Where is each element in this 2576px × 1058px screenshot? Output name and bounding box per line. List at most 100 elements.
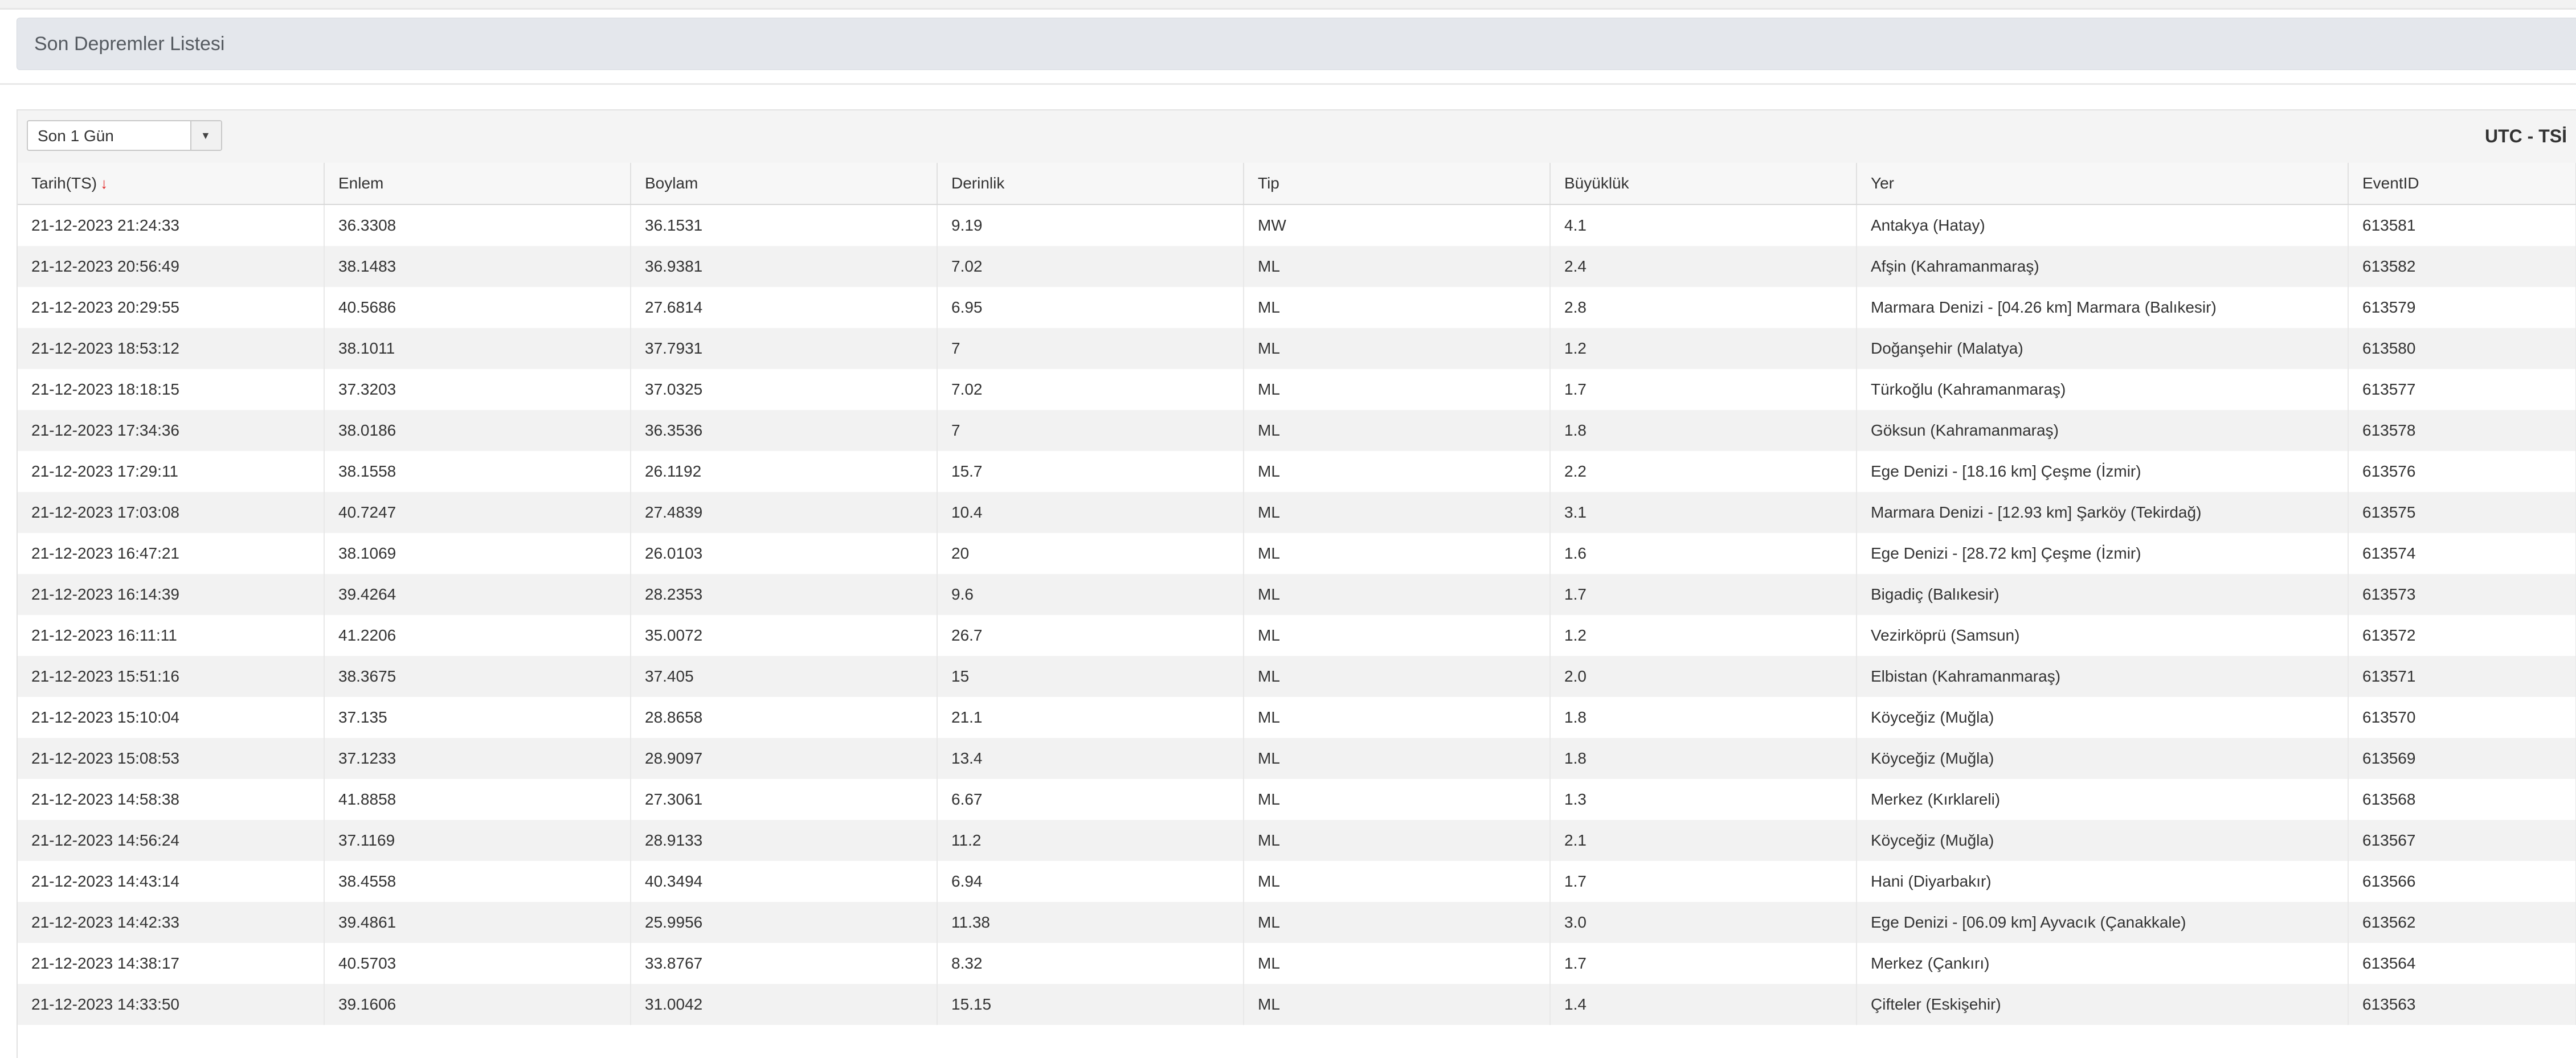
cell-latitude: 37.1169: [324, 820, 631, 861]
cell-location: Hani (Diyarbakır): [1857, 861, 2349, 902]
table-row[interactable]: 21-12-2023 14:42:33 39.4861 25.9956 11.38 ML…: [18, 902, 2576, 943]
cell-event-id: 613581: [2348, 204, 2576, 246]
cell-event-id: 613564: [2348, 943, 2576, 984]
cell-latitude: 38.3675: [324, 656, 631, 697]
column-header-label: Büyüklük: [1564, 174, 1629, 192]
toolbar: Son 1 Gün ▼ UTC - TSİ: [18, 110, 2576, 164]
table-row[interactable]: 21-12-2023 18:53:12 38.1011 37.7931 7 ML 1.2 D…: [18, 328, 2576, 369]
column-header-label: Derinlik: [951, 174, 1005, 192]
cell-longitude: 26.1192: [631, 451, 938, 492]
cell-latitude: 36.3308: [324, 204, 631, 246]
cell-magnitude: 1.3: [1550, 779, 1857, 820]
cell-depth: 9.19: [937, 204, 1244, 246]
cell-event-id: 613580: [2348, 328, 2576, 369]
cell-latitude: 40.5703: [324, 943, 631, 984]
column-header-label: Boylam: [645, 174, 698, 192]
cell-event-id: 613574: [2348, 533, 2576, 574]
cell-type: ML: [1244, 820, 1551, 861]
cell-latitude: 38.1558: [324, 451, 631, 492]
cell-depth: 15.15: [937, 984, 1244, 1025]
cell-location: Elbistan (Kahramanmaraş): [1857, 656, 2349, 697]
cell-depth: 6.94: [937, 861, 1244, 902]
column-header-type[interactable]: Tip: [1244, 163, 1551, 205]
cell-depth: 15.7: [937, 451, 1244, 492]
table-row[interactable]: 21-12-2023 20:29:55 40.5686 27.6814 6.95 ML 2…: [18, 287, 2576, 328]
column-header-location[interactable]: Yer: [1857, 163, 2349, 205]
table-row[interactable]: 21-12-2023 20:56:49 38.1483 36.9381 7.02 ML 2…: [18, 246, 2576, 287]
cell-magnitude: 1.7: [1550, 574, 1857, 615]
cell-type: ML: [1244, 246, 1551, 287]
cell-magnitude: 1.4: [1550, 984, 1857, 1025]
column-header-event-id[interactable]: EventID: [2348, 163, 2576, 205]
cell-type: ML: [1244, 369, 1551, 410]
cell-type: ML: [1244, 287, 1551, 328]
cell-type: ML: [1244, 943, 1551, 984]
cell-longitude: 33.8767: [631, 943, 938, 984]
column-header-date[interactable]: Tarih(TS) ↓: [18, 163, 325, 205]
cell-latitude: 41.8858: [324, 779, 631, 820]
cell-location: Türkoğlu (Kahramanmaraş): [1857, 369, 2349, 410]
cell-latitude: 38.0186: [324, 410, 631, 451]
cell-magnitude: 1.2: [1550, 615, 1857, 656]
table-row[interactable]: 21-12-2023 15:51:16 38.3675 37.405 15 ML 2.0 E…: [18, 656, 2576, 697]
cell-location: Afşin (Kahramanmaraş): [1857, 246, 2349, 287]
cell-magnitude: 1.6: [1550, 533, 1857, 574]
earthquake-table: Tarih(TS) ↓ Enlem Boylam Derinlik Tip Büyüklük…: [18, 163, 2576, 1025]
cell-date: 21-12-2023 14:38:17: [18, 943, 325, 984]
table-row[interactable]: 21-12-2023 18:18:15 37.3203 37.0325 7.02 ML 1…: [18, 369, 2576, 410]
cell-type: ML: [1244, 984, 1551, 1025]
table-row[interactable]: 21-12-2023 15:08:53 37.1233 28.9097 13.4 ML 1…: [18, 738, 2576, 779]
dropdown-button[interactable]: ▼: [190, 121, 221, 150]
time-range-select[interactable]: Son 1 Gün ▼: [27, 120, 222, 151]
cell-magnitude: 1.8: [1550, 410, 1857, 451]
top-bar: [0, 0, 2576, 10]
table-row[interactable]: 21-12-2023 14:38:17 40.5703 33.8767 8.32 ML 1…: [18, 943, 2576, 984]
page-header: Son Depremler Listesi: [17, 18, 2576, 70]
table-row[interactable]: 21-12-2023 17:29:11 38.1558 26.1192 15.7 ML 2…: [18, 451, 2576, 492]
cell-magnitude: 2.0: [1550, 656, 1857, 697]
cell-location: Vezirköprü (Samsun): [1857, 615, 2349, 656]
cell-date: 21-12-2023 14:33:50: [18, 984, 325, 1025]
cell-date: 21-12-2023 15:08:53: [18, 738, 325, 779]
table-row[interactable]: 21-12-2023 16:11:11 41.2206 35.0072 26.7 ML 1…: [18, 615, 2576, 656]
cell-latitude: 38.1011: [324, 328, 631, 369]
cell-magnitude: 2.1: [1550, 820, 1857, 861]
table-row[interactable]: 21-12-2023 14:43:14 38.4558 40.3494 6.94 ML 1…: [18, 861, 2576, 902]
cell-event-id: 613576: [2348, 451, 2576, 492]
cell-depth: 11.2: [937, 820, 1244, 861]
cell-type: ML: [1244, 492, 1551, 533]
cell-latitude: 39.1606: [324, 984, 631, 1025]
table-row[interactable]: 21-12-2023 16:14:39 39.4264 28.2353 9.6 ML 1.…: [18, 574, 2576, 615]
cell-location: Antakya (Hatay): [1857, 204, 2349, 246]
cell-depth: 13.4: [937, 738, 1244, 779]
cell-type: ML: [1244, 902, 1551, 943]
cell-date: 21-12-2023 14:42:33: [18, 902, 325, 943]
table-row[interactable]: 21-12-2023 16:47:21 38.1069 26.0103 20 ML 1.6…: [18, 533, 2576, 574]
column-header-latitude[interactable]: Enlem: [324, 163, 631, 205]
table-row[interactable]: 21-12-2023 14:56:24 37.1169 28.9133 11.2 ML 2…: [18, 820, 2576, 861]
sort-arrow-down-icon: ↓: [100, 175, 108, 192]
table-row[interactable]: 21-12-2023 15:10:04 37.135 28.8658 21.1 ML 1.…: [18, 697, 2576, 738]
cell-date: 21-12-2023 17:29:11: [18, 451, 325, 492]
cell-magnitude: 1.2: [1550, 328, 1857, 369]
cell-longitude: 40.3494: [631, 861, 938, 902]
table-row[interactable]: 21-12-2023 17:34:36 38.0186 36.3536 7 ML 1.8 G…: [18, 410, 2576, 451]
cell-type: ML: [1244, 615, 1551, 656]
timezone-toggle[interactable]: UTC - TSİ: [2485, 110, 2567, 162]
page-title: Son Depremler Listesi: [34, 33, 225, 55]
cell-type: MW: [1244, 204, 1551, 246]
table-row[interactable]: 21-12-2023 17:03:08 40.7247 27.4839 10.4 ML 3…: [18, 492, 2576, 533]
cell-event-id: 613572: [2348, 615, 2576, 656]
cell-longitude: 36.1531: [631, 204, 938, 246]
cell-depth: 9.6: [937, 574, 1244, 615]
cell-event-id: 613573: [2348, 574, 2576, 615]
cell-depth: 8.32: [937, 943, 1244, 984]
cell-magnitude: 1.7: [1550, 369, 1857, 410]
table-row[interactable]: 21-12-2023 14:58:38 41.8858 27.3061 6.67 ML 1…: [18, 779, 2576, 820]
cell-event-id: 613578: [2348, 410, 2576, 451]
column-header-depth[interactable]: Derinlik: [937, 163, 1244, 205]
column-header-longitude[interactable]: Boylam: [631, 163, 938, 205]
column-header-magnitude[interactable]: Büyüklük: [1550, 163, 1857, 205]
table-row[interactable]: 21-12-2023 14:33:50 39.1606 31.0042 15.15 ML…: [18, 984, 2576, 1025]
table-row[interactable]: 21-12-2023 21:24:33 36.3308 36.1531 9.19 MW 4…: [18, 204, 2576, 246]
